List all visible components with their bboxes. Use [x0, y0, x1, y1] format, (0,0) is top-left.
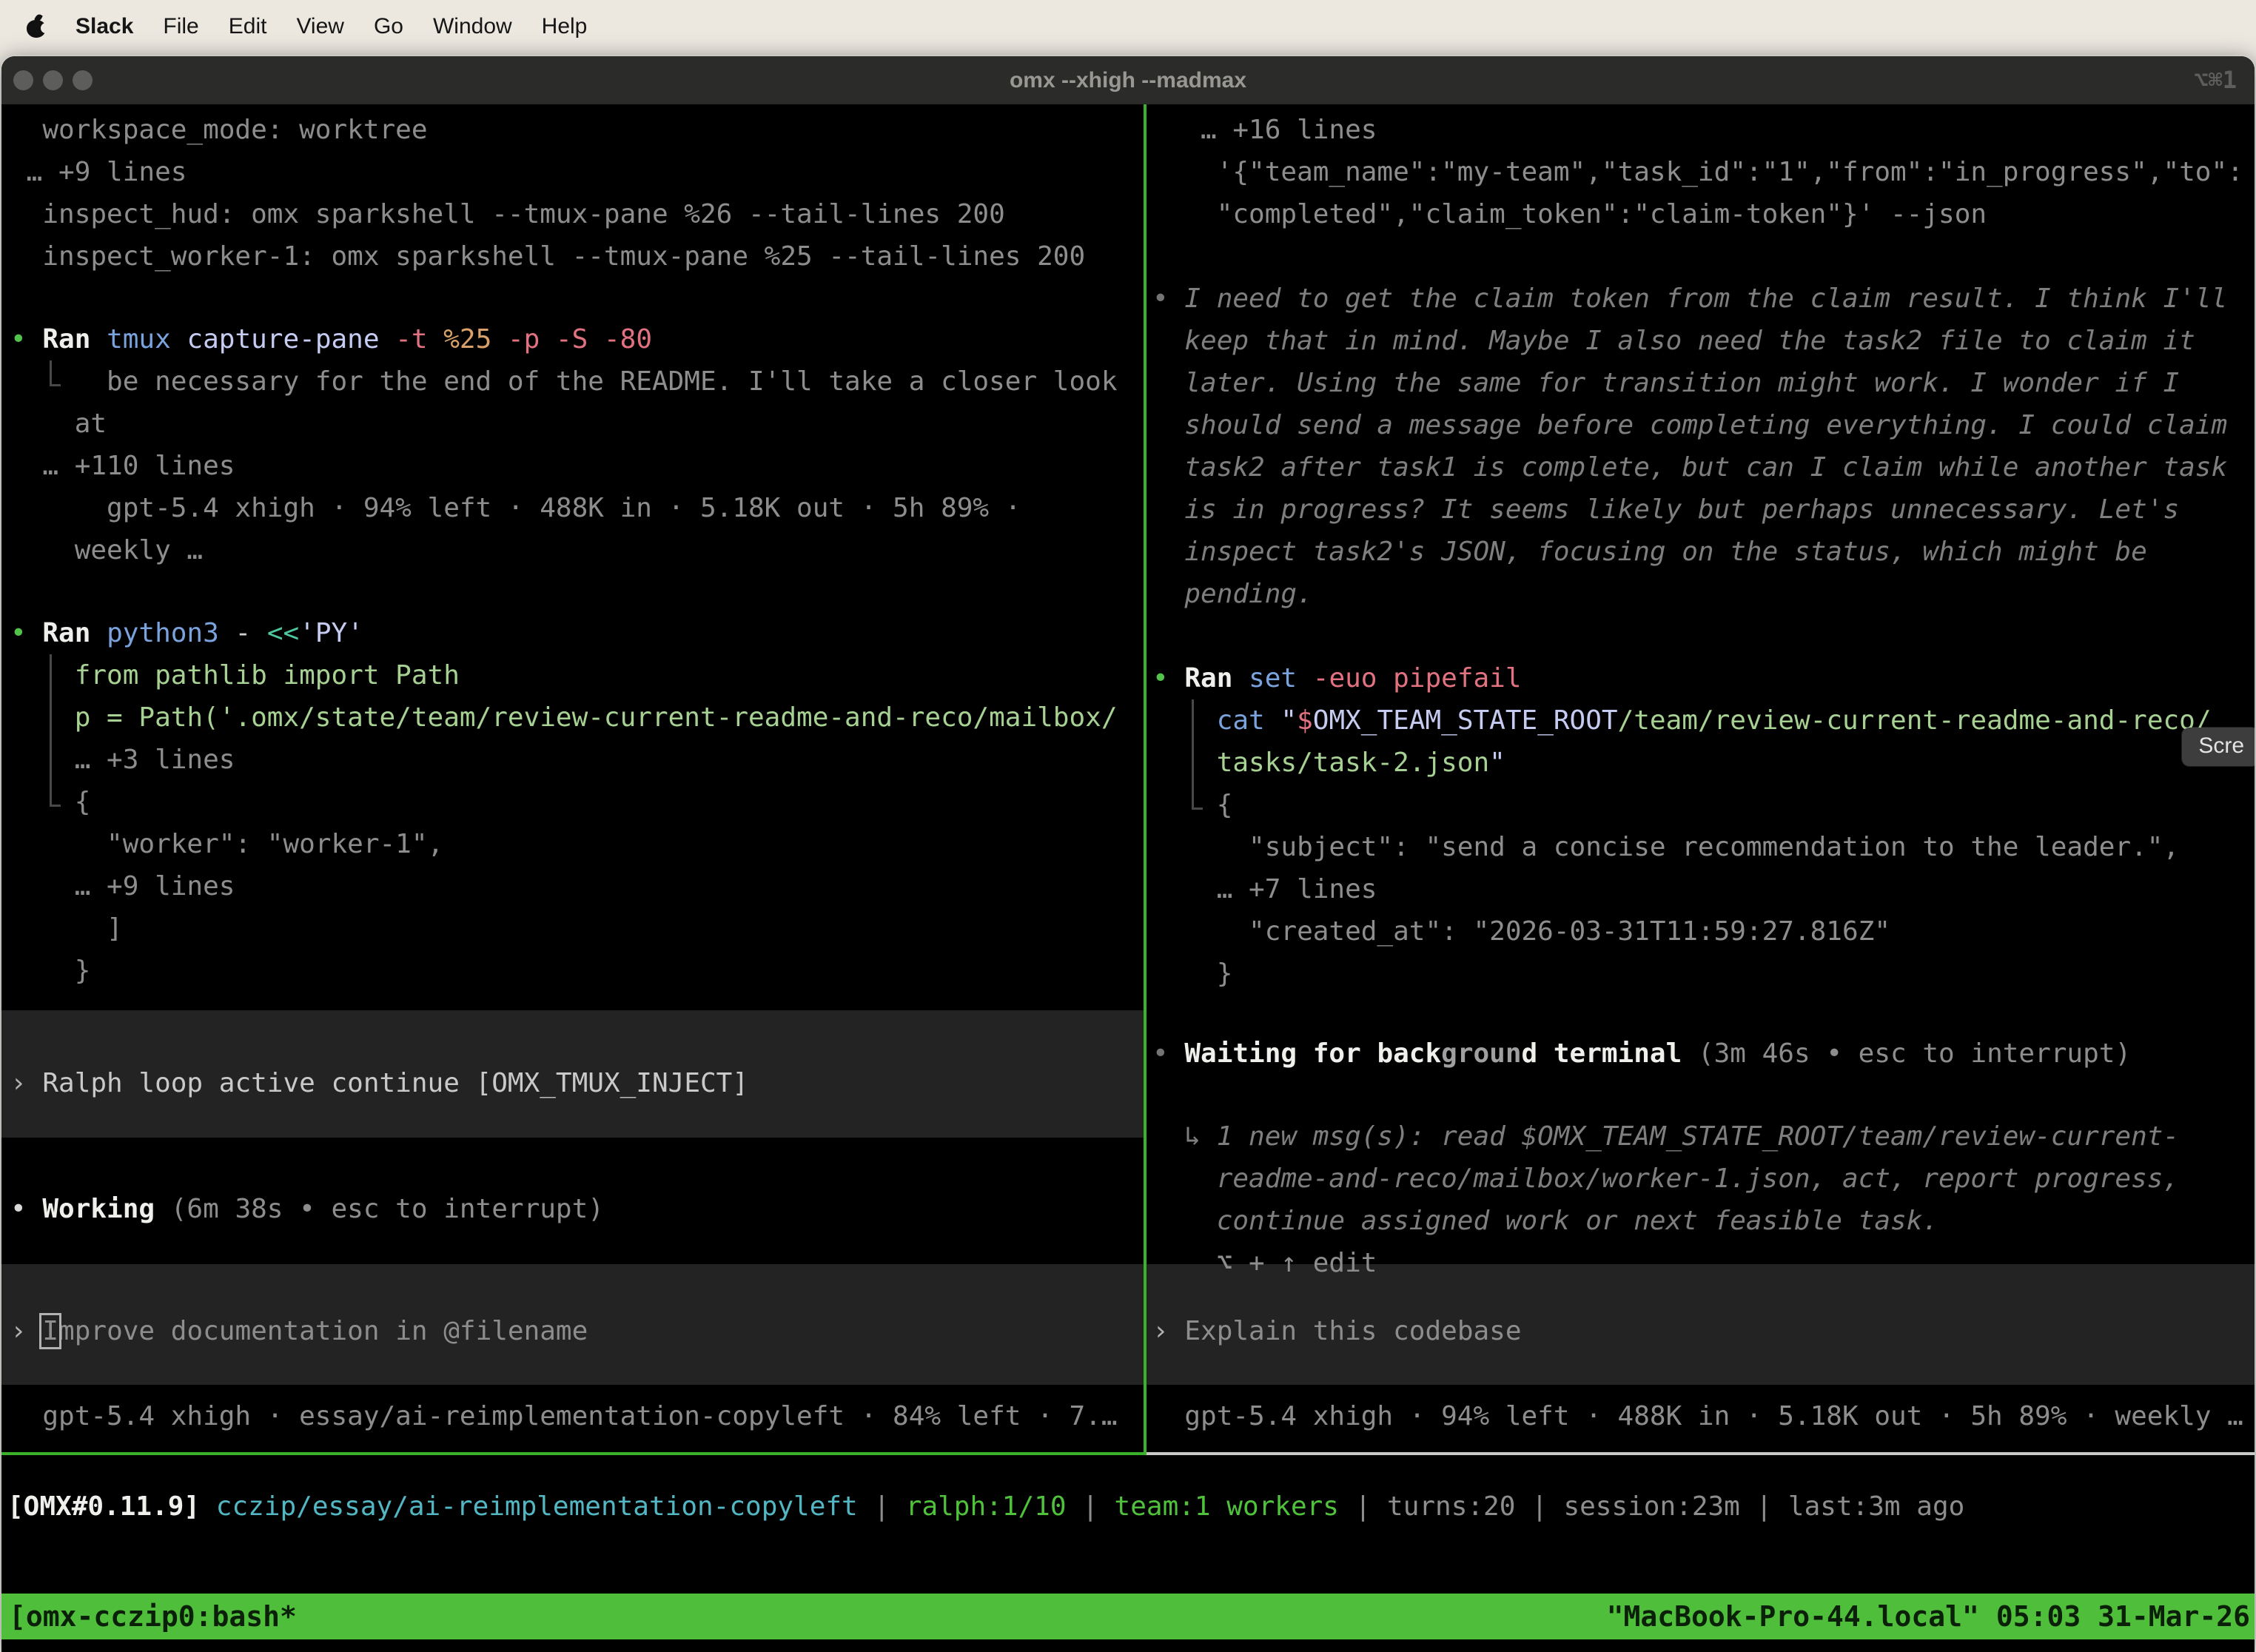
terminal-line: gpt-5.4 xhigh · 94% left · 488K in · 5.1… — [1, 487, 1144, 529]
terminal-line: from pathlib import Path — [1, 654, 1144, 696]
tmux-session-name: [omx-cczip0:bash* — [9, 1594, 297, 1639]
terminal-line: tasks/task-2.json" — [1147, 742, 2255, 784]
terminal-line: at — [1, 403, 1144, 445]
app-menu-slack[interactable]: Slack — [75, 14, 133, 39]
terminal[interactable]: › Ralph loop active continue [OMX_TMUX_I… — [1, 104, 2255, 1652]
terminal-line: { — [1147, 784, 2255, 826]
terminal-line: "subject": "send a concise recommendatio… — [1147, 826, 2255, 868]
menu-bar: Slack File Edit View Go Window Help — [0, 0, 2256, 53]
terminal-line: "completed","claim_token":"claim-token"}… — [1147, 193, 2255, 235]
screen: Slack File Edit View Go Window Help omx --xhi… — [0, 0, 2256, 1652]
menu-help[interactable]: Help — [542, 14, 588, 39]
tmux-pane-left[interactable]: › Ralph loop active continue [OMX_TMUX_I… — [1, 104, 1144, 1452]
title-bar[interactable]: omx --xhigh --madmax ⌥⌘1 — [1, 56, 2255, 104]
terminal-line: readme-and-reco/mailbox/worker-1.json, a… — [1147, 1158, 2255, 1200]
terminal-line: weekly … — [1, 529, 1144, 571]
tmux-host-clock: "MacBook-Pro-44.local" 05:03 31-Mar-26 — [1607, 1594, 2250, 1639]
prompt-text: › Improve documentation in @filename — [1, 1310, 1144, 1352]
omx-status-line: [OMX#0.11.9] cczip/essay/ai-reimplementa… — [7, 1485, 2255, 1528]
terminal-line: • Ran tmux capture-pane -t %25 -p -S -80 — [1, 318, 1144, 360]
menu-bar-left: Slack File Edit View Go Window Help — [0, 14, 587, 39]
terminal-line: inspect_hud: omx sparkshell --tmux-pane … — [1, 193, 1144, 235]
tmux-pane-right[interactable]: › Explain this codebase … +16 lines '{"t… — [1147, 104, 2255, 1452]
pane-border-left — [1, 1452, 1147, 1455]
menu-edit[interactable]: Edit — [229, 14, 267, 39]
terminal-line: cat "$OMX_TEAM_STATE_ROOT/team/review-cu… — [1147, 699, 2255, 742]
terminal-line: "worker": "worker-1", — [1, 823, 1144, 865]
terminal-line: ] — [1, 907, 1144, 950]
menu-view[interactable]: View — [296, 14, 343, 39]
terminal-line: • Ran python3 - <<'PY' — [1, 612, 1144, 654]
terminal-line: • Working (6m 38s • esc to interrupt) — [1, 1188, 1144, 1230]
terminal-line: '{"team_name":"my-team","task_id":"1","f… — [1147, 151, 2255, 193]
terminal-line: … +7 lines — [1147, 868, 2255, 910]
terminal-line: workspace_mode: worktree — [1, 109, 1144, 151]
terminal-line: is in progress? It seems likely but perh… — [1147, 488, 2255, 531]
terminal-line: } — [1147, 953, 2255, 995]
terminal-line: gpt-5.4 xhigh · 94% left · 488K in · 5.1… — [1147, 1395, 2255, 1437]
terminal-line: inspect task2's JSON, focusing on the st… — [1147, 531, 2255, 573]
terminal-line: • I need to get the claim token from the… — [1147, 278, 2255, 320]
terminal-line: should send a message before completing … — [1147, 404, 2255, 446]
terminal-line: … +16 lines — [1147, 109, 2255, 151]
terminal-line: later. Using the same for transition mig… — [1147, 362, 2255, 404]
screen-tooltip: Scre — [2182, 728, 2255, 766]
terminal-line: } — [1, 950, 1144, 992]
app-menus: File Edit View Go Window Help — [163, 14, 587, 39]
window-title: omx --xhigh --madmax — [1, 56, 2255, 104]
terminal-window: omx --xhigh --madmax ⌥⌘1 › Ralph loop ac… — [1, 56, 2255, 1652]
terminal-line: continue assigned work or next feasible … — [1147, 1200, 2255, 1242]
prompt-text: › Explain this codebase — [1147, 1310, 2255, 1352]
terminal-line: • Ran set -euo pipefail — [1147, 657, 2255, 699]
terminal-line: be necessary for the end of the README. … — [1, 360, 1144, 403]
terminal-line: p = Path('.omx/state/team/review-current… — [1, 696, 1144, 739]
terminal-line: pending. — [1147, 573, 2255, 615]
terminal-line: … +9 lines — [1, 865, 1144, 907]
terminal-line: ↳ 1 new msg(s): read $OMX_TEAM_STATE_ROO… — [1147, 1115, 2255, 1158]
terminal-line: … +110 lines — [1, 445, 1144, 487]
window-shortcut-hint: ⌥⌘1 — [2194, 56, 2237, 104]
terminal-line: … +3 lines — [1, 739, 1144, 781]
prompt-input-left[interactable]: › Improve documentation in @filename — [1, 1264, 1144, 1385]
terminal-line: task2 after task1 is complete, but can I… — [1147, 446, 2255, 488]
ralph-loop-notice[interactable]: › Ralph loop active continue [OMX_TMUX_I… — [1, 1010, 1144, 1138]
prompt-text: › Ralph loop active continue [OMX_TMUX_I… — [1, 1062, 1144, 1104]
terminal-line: gpt-5.4 xhigh · essay/ai-reimplementatio… — [1, 1395, 1144, 1437]
menu-window[interactable]: Window — [433, 14, 512, 39]
apple-menu-icon[interactable] — [27, 16, 46, 38]
menu-file[interactable]: File — [163, 14, 198, 39]
terminal-line: { — [1, 781, 1144, 823]
menu-go[interactable]: Go — [374, 14, 403, 39]
terminal-line: … +9 lines — [1, 151, 1144, 193]
terminal-line: keep that in mind. Maybe I also need the… — [1147, 320, 2255, 362]
terminal-line: "created_at": "2026-03-31T11:59:27.816Z" — [1147, 910, 2255, 953]
terminal-line: inspect_worker-1: omx sparkshell --tmux-… — [1, 235, 1144, 278]
tmux-status-bar: [omx-cczip0:bash* "MacBook-Pro-44.local"… — [1, 1594, 2255, 1639]
terminal-line: • Waiting for background terminal (3m 46… — [1147, 1032, 2255, 1075]
pane-border-right — [1147, 1452, 2255, 1455]
terminal-line: ⌥ + ↑ edit — [1147, 1242, 2255, 1284]
